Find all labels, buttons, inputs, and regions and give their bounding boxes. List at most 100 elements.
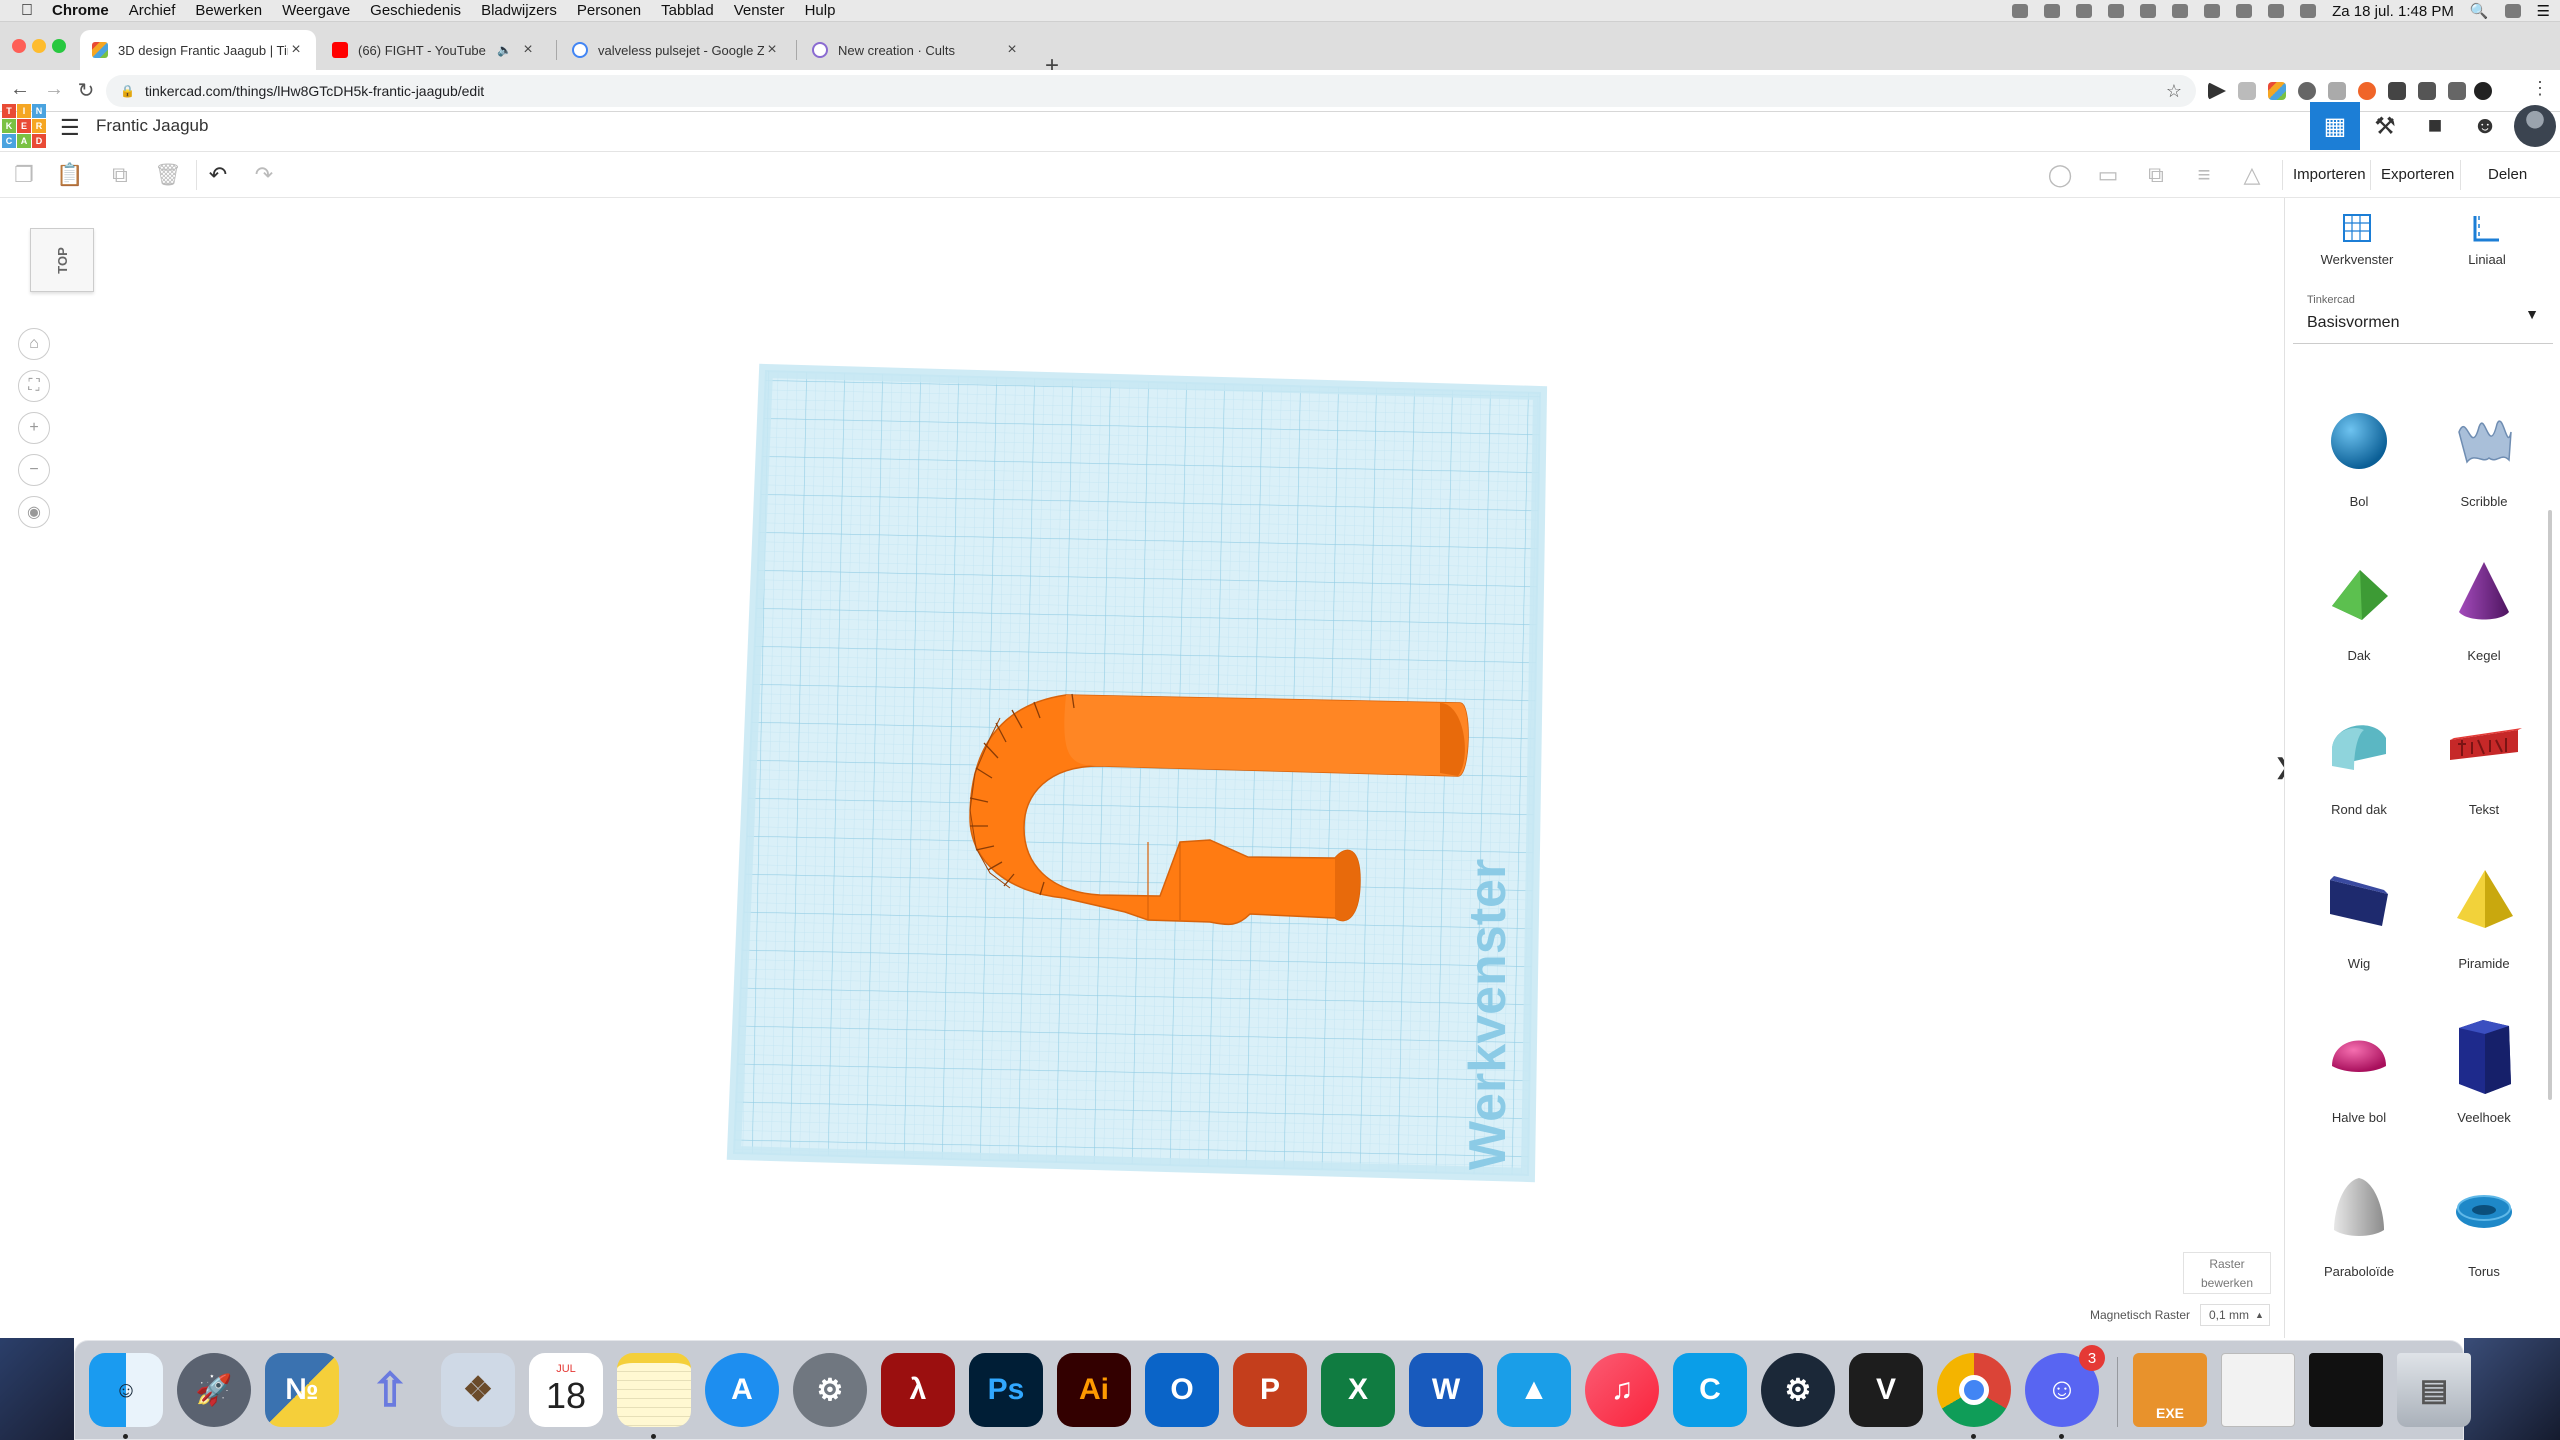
status-icon[interactable] <box>2140 4 2157 18</box>
trash-icon[interactable]: ▤ <box>2397 1353 2471 1427</box>
extension-icon[interactable] <box>2358 82 2376 100</box>
exe-folder-icon[interactable]: EXE <box>2133 1353 2207 1427</box>
undo-icon[interactable]: ↶ <box>204 162 232 188</box>
menu-weergave[interactable]: Weergave <box>272 2 360 19</box>
menu-archief[interactable]: Archief <box>119 2 186 19</box>
siri-icon[interactable] <box>2504 4 2521 18</box>
powerpoint-icon[interactable]: P <box>1233 1353 1307 1427</box>
extension-icon[interactable] <box>2448 82 2466 100</box>
zoom-out-icon[interactable]: − <box>18 454 50 486</box>
paste-icon[interactable]: 📋 <box>56 162 84 188</box>
python-icon[interactable]: № <box>265 1353 339 1427</box>
view-cube[interactable]: TOP <box>30 228 94 292</box>
shape-sphere[interactable]: Bol <box>2299 402 2419 552</box>
home-view-icon[interactable]: ⌂ <box>18 328 50 360</box>
edit-grid-button[interactable]: Raster bewerken <box>2183 1252 2271 1294</box>
shape-polygon[interactable]: Veelhoek <box>2424 1018 2544 1168</box>
app-store-icon[interactable]: A <box>705 1353 779 1427</box>
ungroup-icon[interactable]: ⧉ <box>2142 162 2170 188</box>
tab-close-icon[interactable]: × <box>288 41 304 59</box>
system-preferences-icon[interactable]: ⚙ <box>793 1353 867 1427</box>
shape-paraboloid[interactable]: Paraboloïde <box>2299 1172 2419 1322</box>
window-close-button[interactable] <box>12 39 26 53</box>
duplicate-icon[interactable]: ⧉ <box>106 162 134 188</box>
tab-close-icon[interactable]: × <box>1004 41 1020 59</box>
extensions-puzzle-icon[interactable] <box>2418 82 2436 100</box>
blocks-pickaxe-icon[interactable]: ⚒ <box>2360 102 2410 150</box>
spotlight-icon[interactable]: 🔍 <box>2470 2 2489 20</box>
outlook-icon[interactable]: O <box>1145 1353 1219 1427</box>
perspective-icon[interactable]: ◉ <box>18 496 50 528</box>
battery-icon[interactable] <box>2300 4 2317 18</box>
delete-icon[interactable]: 🗑 <box>154 162 182 188</box>
design-list-icon[interactable]: ☰ <box>60 115 80 141</box>
finder-icon[interactable]: ☺ <box>89 1353 163 1427</box>
ruler-tool[interactable]: Liniaal <box>2437 212 2537 267</box>
workplane-tool[interactable]: Werkvenster <box>2307 212 2407 267</box>
shape-pyramid[interactable]: Piramide <box>2424 864 2544 1014</box>
browser-tab-google[interactable]: valveless pulsejet - Google Zo × <box>560 30 792 70</box>
volume-icon[interactable] <box>2268 4 2285 18</box>
music-icon[interactable]: ♫ <box>1585 1353 1659 1427</box>
menubar-clock[interactable]: Za 18 jul. 1:48 PM <box>2332 3 2454 20</box>
vectorworks-icon[interactable]: V <box>1849 1353 1923 1427</box>
tab-close-icon[interactable]: × <box>764 41 780 59</box>
window-minimize-button[interactable] <box>32 39 46 53</box>
extension-icon[interactable] <box>2388 82 2406 100</box>
control-center-icon[interactable]: ☰ <box>2537 2 2550 20</box>
c-app-icon[interactable]: C <box>1673 1353 1747 1427</box>
browser-tab-tinkercad[interactable]: 3D design Frantic Jaagub | Tin × <box>80 30 316 70</box>
menu-tabblad[interactable]: Tabblad <box>651 2 724 19</box>
preview-icon[interactable]: ❖ <box>441 1353 515 1427</box>
fit-view-icon[interactable]: ⛶ <box>18 370 50 402</box>
shape-scribble[interactable]: Scribble <box>2424 402 2544 552</box>
user-avatar[interactable] <box>2510 102 2560 150</box>
workplane-canvas[interactable]: Werkvenster <box>0 198 2284 1338</box>
window-zoom-button[interactable] <box>52 39 66 53</box>
illustrator-icon[interactable]: Ai <box>1057 1353 1131 1427</box>
bluetooth-icon[interactable] <box>2204 4 2221 18</box>
export-button[interactable]: Exporteren <box>2381 166 2454 183</box>
bookmark-star-icon[interactable]: ☆ <box>2166 81 2182 102</box>
location-icon[interactable] <box>2172 4 2189 18</box>
shape-library-select[interactable]: Tinkercad Basisvormen ▼ <box>2293 284 2553 344</box>
design-title[interactable]: Frantic Jaagub <box>96 116 208 136</box>
tinkercad-logo[interactable]: T I N K E R C A D <box>2 104 46 148</box>
forward-arrow-icon[interactable]: → <box>42 78 66 101</box>
menu-personen[interactable]: Personen <box>567 2 651 19</box>
word-icon[interactable]: W <box>1409 1353 1483 1427</box>
menu-venster[interactable]: Venster <box>724 2 795 19</box>
menu-app-name[interactable]: Chrome <box>42 2 119 19</box>
copy-icon[interactable]: ❐ <box>10 162 38 188</box>
light-bulb-icon[interactable]: ◯ <box>2046 162 2074 188</box>
audio-playing-icon[interactable]: 🔈 <box>497 43 512 57</box>
extension-icon[interactable] <box>2298 82 2316 100</box>
import-button[interactable]: Importeren <box>2293 166 2366 183</box>
menu-bladwijzers[interactable]: Bladwijzers <box>471 2 567 19</box>
menu-hulp[interactable]: Hulp <box>795 2 846 19</box>
shape-round-roof[interactable]: Rond dak <box>2299 710 2419 860</box>
menu-bewerken[interactable]: Bewerken <box>185 2 272 19</box>
extension-icon[interactable] <box>2328 82 2346 100</box>
extension-icon[interactable] <box>2268 82 2286 100</box>
snap-grid-select[interactable]: 0,1 mm ▲ <box>2200 1304 2270 1326</box>
3d-view-grid-icon[interactable]: ▦ <box>2310 102 2360 150</box>
redo-icon[interactable]: ↷ <box>250 162 278 188</box>
wifi-icon[interactable] <box>2236 4 2253 18</box>
mirror-icon[interactable]: △ <box>2238 162 2266 188</box>
steam-icon[interactable]: ⚙ <box>1761 1353 1835 1427</box>
launchpad-icon[interactable]: 🚀 <box>177 1353 251 1427</box>
acrobat-icon[interactable]: λ <box>881 1353 955 1427</box>
align-icon[interactable]: ≡ <box>2190 162 2218 188</box>
group-shape-icon[interactable]: ▭ <box>2094 162 2122 188</box>
window-thumbnail-icon[interactable] <box>2309 1353 2383 1427</box>
photoshop-icon[interactable]: Ps <box>969 1353 1043 1427</box>
excel-icon[interactable]: X <box>1321 1353 1395 1427</box>
zoom-in-icon[interactable]: + <box>18 412 50 444</box>
chrome-icon[interactable] <box>1937 1353 2011 1427</box>
lock-icon[interactable]: 🔒 <box>120 84 135 98</box>
browser-tab-youtube[interactable]: (66) FIGHT - YouTube 🔈 × <box>320 30 548 70</box>
profile-avatar-icon[interactable] <box>2474 82 2492 100</box>
url-text[interactable]: tinkercad.com/things/lHw8GTcDH5k-frantic… <box>145 83 484 99</box>
add-user-icon[interactable]: ☻ <box>2460 102 2510 150</box>
